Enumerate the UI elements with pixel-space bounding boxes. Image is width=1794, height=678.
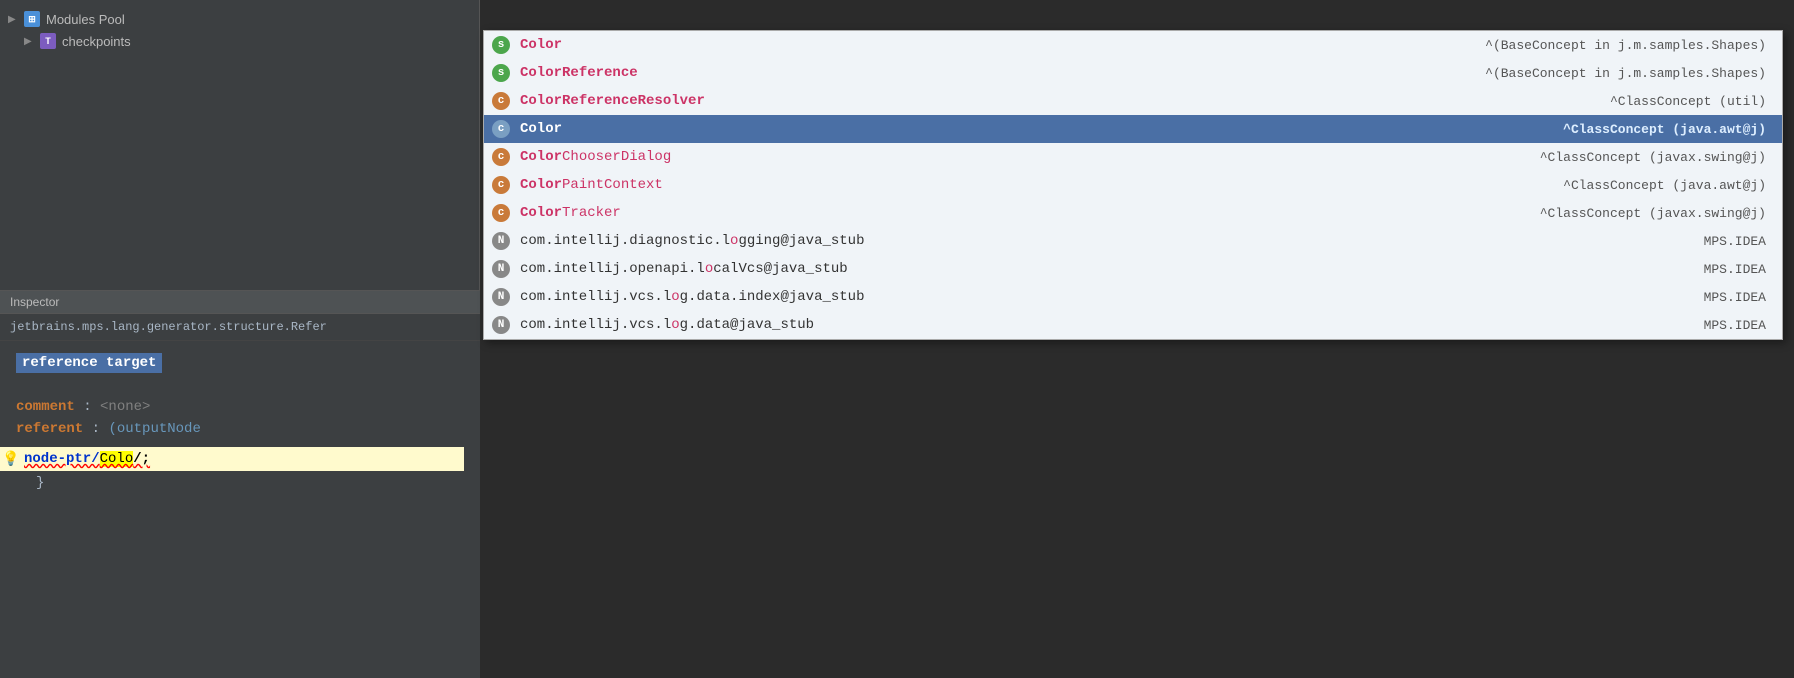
checkpoints-label: checkpoints [62, 34, 131, 49]
colo-highlight: Colo [100, 451, 134, 467]
ac-name-colorpaintcontext: ColorPaintContext [520, 177, 880, 193]
ac-type-colorreference: ^(BaseConcept in j.m.samples.Shapes) [880, 66, 1774, 81]
inspector-header: Inspector [0, 291, 480, 314]
ac-badge-c3: c [492, 176, 510, 194]
ac-name-colortracker: ColorTracker [520, 205, 880, 221]
ac-type-colortracker: ^ClassConcept (javax.swing@j) [880, 206, 1774, 221]
ac-badge-n3: N [492, 288, 510, 306]
ac-name-logging: com.intellij.diagnostic.logging@java_stu… [520, 233, 880, 249]
node-ptr-text: node-ptr/ [24, 451, 100, 467]
reference-target-label: reference target [16, 353, 162, 373]
ac-item-colorreference[interactable]: s ColorReference ^(BaseConcept in j.m.sa… [484, 59, 1782, 87]
ac-badge-n4: N [492, 316, 510, 334]
ac-item-log-data-index[interactable]: N com.intellij.vcs.log.data.index@java_s… [484, 283, 1782, 311]
ac-badge-n2: N [492, 260, 510, 278]
ac-item-colortracker[interactable]: c ColorTracker ^ClassConcept (javax.swin… [484, 199, 1782, 227]
ac-item-color-s[interactable]: s Color ^(BaseConcept in j.m.samples.Sha… [484, 31, 1782, 59]
ac-item-colorchooserdialog[interactable]: c ColorChooserDialog ^ClassConcept (java… [484, 143, 1782, 171]
referent-keyword: referent [16, 421, 83, 437]
referent-line: referent : (outputNode [16, 421, 464, 437]
closing-brace: } [16, 471, 464, 495]
expand-arrow-modules: ▶ [8, 14, 22, 25]
ac-item-localvcs[interactable]: N com.intellij.openapi.localVcs@java_stu… [484, 255, 1782, 283]
ac-badge-s: s [492, 36, 510, 54]
comment-keyword: comment [16, 399, 75, 415]
ac-badge-c1: c [492, 92, 510, 110]
referent-value: (outputNode [108, 421, 200, 437]
ac-item-colorpaintcontext[interactable]: c ColorPaintContext ^ClassConcept (java.… [484, 171, 1782, 199]
code-suffix: /; [133, 451, 150, 467]
bulb-icon: 💡 [2, 451, 19, 468]
sidebar-item-checkpoints[interactable]: ▶ T checkpoints [0, 30, 479, 52]
sidebar: ▶ ⊞ Modules Pool ▶ T checkpoints Inspect… [0, 0, 480, 678]
ac-type-colorchooserdialog: ^ClassConcept (javax.swing@j) [880, 150, 1774, 165]
ac-name-localvcs: com.intellij.openapi.localVcs@java_stub [520, 261, 880, 277]
checkpoints-icon: T [40, 33, 56, 49]
ac-name-log-data-index: com.intellij.vcs.log.data.index@java_stu… [520, 289, 880, 305]
ac-name-color-s: Color [520, 37, 880, 53]
ac-name-colorreferenceresolver: ColorReferenceResolver [520, 93, 880, 109]
ac-name-log-data: com.intellij.vcs.log.data@java_stub [520, 317, 880, 333]
ac-badge-s2: s [492, 64, 510, 82]
ac-type-localvcs: MPS.IDEA [880, 262, 1774, 277]
comment-value: <none> [100, 399, 150, 415]
ac-type-colorpaintcontext: ^ClassConcept (java.awt@j) [880, 178, 1774, 193]
ac-item-logging[interactable]: N com.intellij.diagnostic.logging@java_s… [484, 227, 1782, 255]
ac-name-colorchooserdialog: ColorChooserDialog [520, 149, 880, 165]
code-line: 💡 node-ptr/Colo/; [0, 447, 464, 471]
expand-arrow-checkpoints: ▶ [24, 36, 38, 47]
ac-type-logging: MPS.IDEA [880, 234, 1774, 249]
ac-item-log-data[interactable]: N com.intellij.vcs.log.data@java_stub MP… [484, 311, 1782, 339]
ac-type-colorreferenceresolver: ^ClassConcept (util) [880, 94, 1774, 109]
ac-badge-c4: c [492, 204, 510, 222]
ac-type-color-s: ^(BaseConcept in j.m.samples.Shapes) [880, 38, 1774, 53]
modules-pool-label: Modules Pool [46, 12, 125, 27]
autocomplete-dropdown[interactable]: s Color ^(BaseConcept in j.m.samples.Sha… [483, 30, 1783, 340]
inspector-title: Inspector [10, 295, 59, 309]
inspector-path: jetbrains.mps.lang.generator.structure.R… [0, 314, 480, 341]
ac-badge-c2: c [492, 148, 510, 166]
inspector-body: reference target comment : <none> refere… [0, 341, 480, 507]
ac-item-colorreferenceresolver[interactable]: c ColorReferenceResolver ^ClassConcept (… [484, 87, 1782, 115]
inspector-panel: Inspector jetbrains.mps.lang.generator.s… [0, 290, 480, 678]
ac-type-log-data-index: MPS.IDEA [880, 290, 1774, 305]
ac-name-color-c: Color [520, 121, 880, 137]
sidebar-tree: ▶ ⊞ Modules Pool ▶ T checkpoints [0, 0, 479, 60]
comment-line: comment : <none> [16, 399, 464, 415]
modules-icon: ⊞ [24, 11, 40, 27]
ac-name-colorreference: ColorReference [520, 65, 880, 81]
ac-badge-n1: N [492, 232, 510, 250]
ac-type-color-c: ^ClassConcept (java.awt@j) [880, 122, 1774, 137]
ac-type-log-data: MPS.IDEA [880, 318, 1774, 333]
ac-item-color-c-selected[interactable]: c Color ^ClassConcept (java.awt@j) [484, 115, 1782, 143]
ac-badge-c-selected: c [492, 120, 510, 138]
sidebar-item-modules-pool[interactable]: ▶ ⊞ Modules Pool [0, 8, 479, 30]
